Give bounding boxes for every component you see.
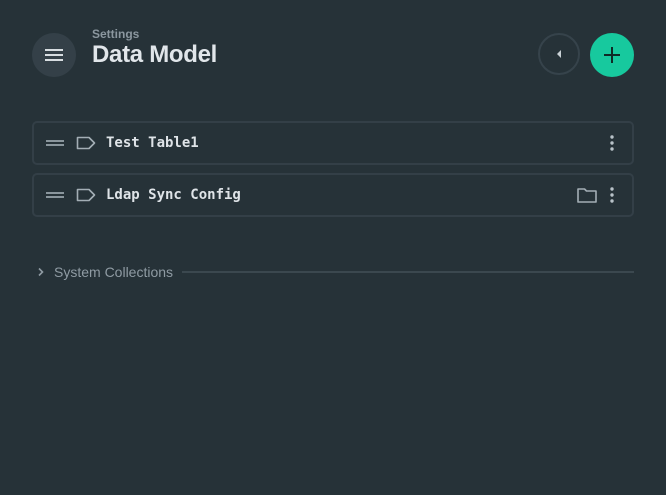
- breadcrumb[interactable]: Settings: [92, 27, 217, 41]
- system-collections-toggle[interactable]: System Collections: [32, 262, 634, 282]
- more-options-icon[interactable]: [602, 131, 622, 155]
- more-options-icon[interactable]: [602, 183, 622, 207]
- hamburger-icon: [45, 49, 63, 61]
- plus-icon: [604, 47, 620, 63]
- folder-icon[interactable]: [576, 186, 598, 204]
- system-collections-label: System Collections: [54, 264, 174, 280]
- collection-name: Test Table1: [106, 135, 199, 151]
- system-collections-divider: [182, 271, 634, 273]
- collection-name: Ldap Sync Config: [106, 187, 241, 203]
- drag-handle-icon[interactable]: [46, 190, 64, 200]
- collapse-sidebar-button[interactable]: [538, 33, 580, 75]
- tag-icon: [76, 187, 96, 203]
- drag-handle-icon[interactable]: [46, 138, 64, 148]
- tag-icon: [76, 135, 96, 151]
- page-title: Data Model: [92, 41, 218, 68]
- data-model-page: Settings Data Model Test Table1 Ldap Syn…: [0, 0, 666, 495]
- collection-row[interactable]: Test Table1: [32, 121, 634, 165]
- menu-button[interactable]: [32, 33, 76, 77]
- collection-row[interactable]: Ldap Sync Config: [32, 173, 634, 217]
- chevron-right-icon: [32, 262, 50, 282]
- add-collection-button[interactable]: [590, 33, 634, 77]
- header-title-block: Settings Data Model: [92, 27, 217, 69]
- caret-left-icon: [557, 50, 561, 58]
